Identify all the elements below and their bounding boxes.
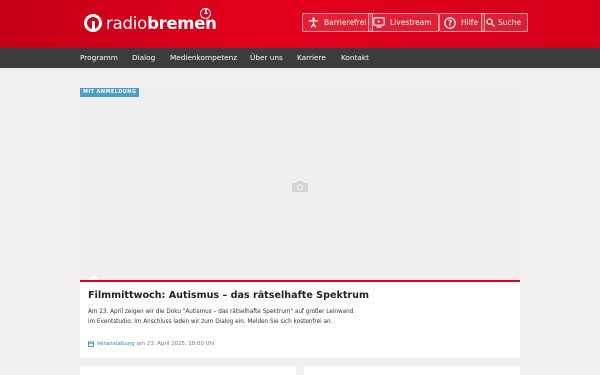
livestream-button[interactable]: Livestream <box>368 13 439 32</box>
event-title[interactable]: Filmmittwoch: Autismus – das rätselhafte… <box>88 290 369 301</box>
teaser-image-placeholder[interactable] <box>80 86 520 280</box>
event-date: am 23. April 2025, 18:00 Uhr <box>136 341 216 347</box>
livestream-label: Livestream <box>390 18 432 27</box>
accessibility-label: Barrierefrei <box>324 18 367 27</box>
nav-item-medienkompetenz[interactable]: Medienkompetenz <box>170 48 237 68</box>
event-meta: Veranstaltung am 23. April 2025, 18:00 U… <box>88 341 215 347</box>
event-teaser-card[interactable]: MIT ANMELDUNG Filmmittwoch: Autismus – d… <box>80 86 520 358</box>
logo-text-radio: radio <box>106 13 148 33</box>
next-card-right[interactable] <box>304 366 520 375</box>
nav-item-dialog[interactable]: Dialog <box>132 48 155 68</box>
search-button[interactable]: Suche <box>481 13 529 32</box>
tv-icon <box>373 17 385 29</box>
next-card-left[interactable] <box>80 366 296 375</box>
svg-text:?: ? <box>448 18 452 27</box>
calendar-icon <box>88 341 94 347</box>
search-label: Suche <box>498 18 522 27</box>
event-type[interactable]: Veranstaltung <box>97 341 135 347</box>
camera-icon <box>291 178 309 192</box>
nav-item-karriere[interactable]: Karriere <box>297 48 326 68</box>
search-icon <box>486 17 495 29</box>
accessibility-icon <box>307 17 319 29</box>
help-icon: ? <box>444 16 456 29</box>
accessibility-button[interactable]: Barrierefrei <box>302 13 374 32</box>
help-button[interactable]: ? Hilfe <box>439 13 486 32</box>
radiobremen-logo[interactable]: radio bremen <box>84 7 217 35</box>
nav-item-ueber-uns[interactable]: Über uns <box>250 48 283 68</box>
registration-badge: MIT ANMELDUNG <box>80 88 140 97</box>
main-navigation: Programm Dialog Medienkompetenz Über uns… <box>0 48 600 68</box>
divider-notch <box>89 275 99 280</box>
nav-item-kontakt[interactable]: Kontakt <box>341 48 369 68</box>
logo-ring-icon <box>84 14 102 32</box>
divider-line <box>80 280 520 282</box>
nav-item-programm[interactable]: Programm <box>80 48 118 68</box>
ard-one-icon <box>200 7 211 19</box>
event-teaser-text: Am 23. April zeigen wir die Doku "Autism… <box>88 309 354 325</box>
site-header: radiobremen Barrierefrei Livestream ? Hi… <box>0 0 600 48</box>
help-label: Hilfe <box>461 18 479 27</box>
